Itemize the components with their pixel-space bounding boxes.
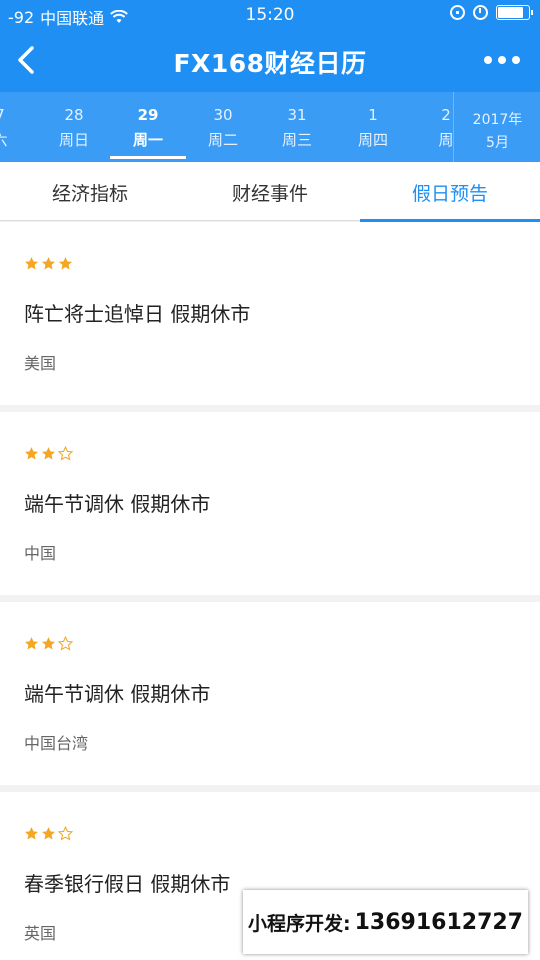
divider bbox=[0, 595, 540, 602]
year-label: 2017年 bbox=[472, 112, 523, 128]
more-dots-icon[interactable] bbox=[484, 56, 520, 64]
holiday-title: 端午节调休 假期休市 bbox=[24, 682, 211, 706]
star-filled-icon bbox=[24, 257, 39, 270]
month-selector[interactable]: 2017年 5月 bbox=[453, 92, 540, 162]
status-right bbox=[450, 5, 533, 20]
date-day: 28 bbox=[64, 106, 84, 124]
tab-financial-events[interactable]: 财经事件 bbox=[180, 162, 360, 221]
date-weekday: 周四 bbox=[357, 131, 388, 149]
star-empty-icon bbox=[58, 636, 73, 651]
date-item-selected[interactable]: 29 周一 bbox=[110, 92, 186, 162]
divider bbox=[0, 785, 540, 792]
star-filled-icon bbox=[41, 447, 56, 460]
holiday-country: 英国 bbox=[24, 924, 57, 943]
date-day: 30 bbox=[213, 106, 233, 124]
alarm-icon bbox=[473, 5, 488, 20]
holiday-title: 端午节调休 假期休市 bbox=[24, 492, 211, 516]
banner-label: 小程序开发: bbox=[248, 912, 351, 935]
tab-label: 假日预告 bbox=[411, 183, 488, 205]
date-strip: 7 六 28 周日 29 周一 30 周二 31 周三 1 周四 2 周 201… bbox=[0, 92, 540, 162]
date-weekday: 周三 bbox=[281, 131, 312, 149]
importance-stars bbox=[24, 446, 73, 461]
selected-date-underline bbox=[110, 156, 186, 159]
holiday-country: 美国 bbox=[24, 354, 57, 373]
holiday-list: 阵亡将士追悼日 假期休市 美国 端午节调休 假期休市 中国 端午节调休 假期休市… bbox=[0, 222, 540, 960]
tab-holiday-notice[interactable]: 假日预告 bbox=[360, 162, 540, 222]
date-item[interactable]: 1 周四 bbox=[335, 92, 411, 162]
month-label: 5月 bbox=[486, 135, 509, 151]
holiday-country: 中国 bbox=[24, 544, 57, 563]
tab-label: 财经事件 bbox=[231, 183, 308, 205]
tab-bar: 经济指标 财经事件 假日预告 bbox=[0, 162, 540, 222]
holiday-card[interactable]: 端午节调休 假期休市 中国台湾 bbox=[0, 602, 540, 785]
holiday-card[interactable]: 端午节调休 假期休市 中国 bbox=[0, 412, 540, 595]
developer-contact-banner: 小程序开发: 13691612727 bbox=[243, 890, 528, 954]
date-item[interactable]: 7 六 bbox=[0, 92, 38, 162]
holiday-title: 阵亡将士追悼日 假期休市 bbox=[24, 302, 251, 326]
star-empty-icon bbox=[58, 446, 73, 461]
date-weekday: 六 bbox=[0, 129, 38, 150]
date-item[interactable]: 28 周日 bbox=[36, 92, 112, 162]
divider bbox=[0, 405, 540, 412]
star-filled-icon bbox=[41, 827, 56, 840]
date-day: 1 bbox=[368, 106, 378, 124]
importance-stars bbox=[24, 256, 73, 271]
star-filled-icon bbox=[41, 637, 56, 650]
status-bar: -92 中国联通 15:20 bbox=[0, 0, 540, 30]
holiday-country: 中国台湾 bbox=[24, 734, 89, 753]
orientation-lock-icon bbox=[450, 5, 465, 20]
nav-bar: FX168财经日历 bbox=[0, 30, 540, 92]
importance-stars bbox=[24, 636, 73, 651]
date-day: 31 bbox=[287, 106, 307, 124]
banner-phone: 13691612727 bbox=[354, 909, 523, 935]
battery-icon bbox=[496, 5, 533, 20]
date-day: 7 bbox=[0, 106, 38, 124]
star-empty-icon bbox=[58, 826, 73, 841]
date-weekday: 周二 bbox=[207, 131, 238, 149]
star-filled-icon bbox=[24, 637, 39, 650]
page-title: FX168财经日历 bbox=[173, 49, 367, 78]
holiday-card[interactable]: 阵亡将士追悼日 假期休市 美国 bbox=[0, 222, 540, 405]
battery-level bbox=[498, 7, 523, 18]
holiday-title: 春季银行假日 假期休市 bbox=[24, 872, 231, 896]
date-weekday: 周一 bbox=[132, 131, 163, 149]
star-filled-icon bbox=[24, 447, 39, 460]
star-filled-icon bbox=[24, 827, 39, 840]
star-filled-icon bbox=[58, 257, 73, 270]
tab-label: 经济指标 bbox=[51, 183, 128, 205]
date-day: 29 bbox=[137, 106, 159, 124]
date-item[interactable]: 30 周二 bbox=[185, 92, 261, 162]
star-filled-icon bbox=[41, 257, 56, 270]
date-weekday: 周日 bbox=[58, 131, 89, 149]
tab-economic-indicators[interactable]: 经济指标 bbox=[0, 162, 180, 221]
importance-stars bbox=[24, 826, 73, 841]
date-item[interactable]: 31 周三 bbox=[259, 92, 335, 162]
